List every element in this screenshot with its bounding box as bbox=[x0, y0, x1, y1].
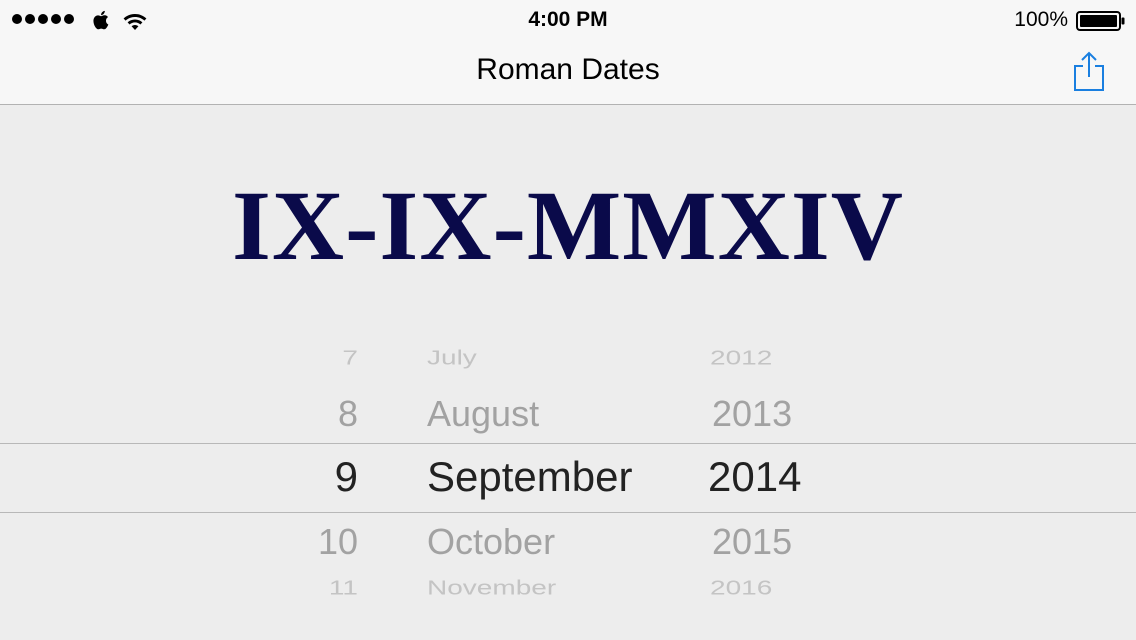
picker-month-row[interactable]: October bbox=[427, 521, 555, 563]
picker-day-row[interactable]: 8 bbox=[338, 393, 358, 435]
picker-day-column[interactable]: 7 8 9 10 11 bbox=[280, 330, 358, 640]
battery-percent: 100% bbox=[1014, 8, 1068, 31]
picker-month-row[interactable]: August bbox=[427, 393, 539, 435]
picker-month-row[interactable]: November bbox=[427, 576, 556, 599]
status-time: 4:00 PM bbox=[528, 8, 608, 31]
share-button[interactable] bbox=[1072, 50, 1106, 92]
picker-month-column[interactable]: July August September October November bbox=[427, 330, 687, 640]
picker-year-row[interactable]: 2013 bbox=[712, 393, 792, 435]
battery-icon bbox=[1076, 11, 1125, 31]
page-title: Roman Dates bbox=[476, 53, 660, 86]
picker-day-row[interactable]: 11 bbox=[329, 576, 358, 599]
picker-year-row[interactable]: 2015 bbox=[712, 521, 792, 563]
picker-day-row[interactable]: 10 bbox=[318, 521, 358, 563]
picker-day-selected[interactable]: 9 bbox=[335, 453, 358, 501]
picker-month-row[interactable]: July bbox=[427, 346, 477, 369]
share-icon bbox=[1074, 51, 1104, 91]
picker-year-row[interactable]: 2012 bbox=[710, 346, 772, 369]
navigation-bar: Roman Dates bbox=[0, 40, 1136, 105]
date-picker[interactable]: 7 8 9 10 11 July August September Octobe… bbox=[0, 330, 1136, 640]
picker-year-row[interactable]: 2016 bbox=[710, 576, 772, 599]
status-bar: 4:00 PM 100% bbox=[0, 0, 1136, 40]
roman-date-display: IX-IX-MMXIV bbox=[232, 170, 904, 281]
picker-day-row[interactable]: 7 bbox=[342, 346, 358, 369]
picker-year-column[interactable]: 2012 2013 2014 2015 2016 bbox=[708, 330, 828, 640]
picker-year-selected[interactable]: 2014 bbox=[708, 453, 801, 501]
picker-month-selected[interactable]: September bbox=[427, 453, 632, 501]
